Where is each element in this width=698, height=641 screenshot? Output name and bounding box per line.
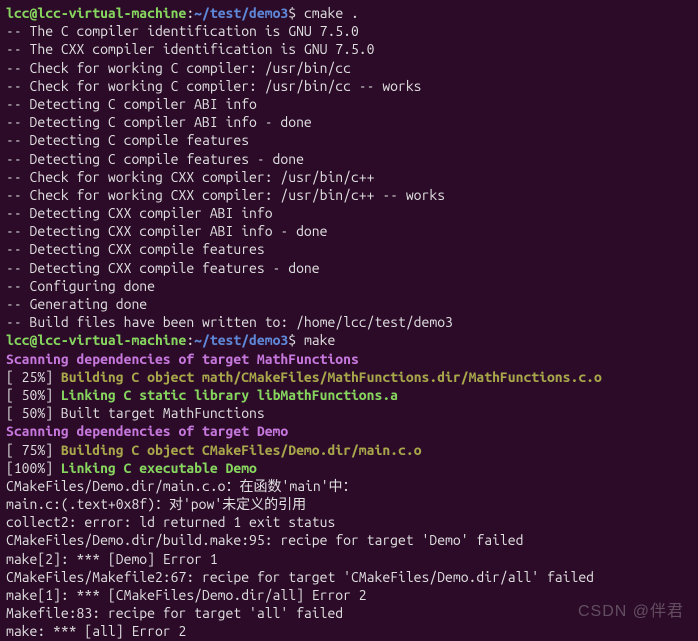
scan-line: Scanning dependencies of target Demo	[6, 422, 692, 440]
prompt-user: lcc@lcc-virtual-machine	[6, 5, 186, 21]
output-line: -- The CXX compiler identification is GN…	[6, 40, 692, 58]
error-line: CMakeFiles/Demo.dir/build.make:95: recip…	[6, 531, 692, 549]
progress: [ 50%]	[6, 387, 61, 403]
command-text: make	[304, 332, 335, 348]
command-text: cmake .	[304, 5, 359, 21]
output-line: -- Check for working CXX compiler: /usr/…	[6, 186, 692, 204]
prompt-sep2: $	[288, 332, 304, 348]
prompt-line-1[interactable]: lcc@lcc-virtual-machine:~/test/demo3$ cm…	[6, 4, 692, 22]
built-line: [ 50%] Built target MathFunctions	[6, 404, 692, 422]
output-line: -- Detecting C compiler ABI info	[6, 95, 692, 113]
scan-line: Scanning dependencies of target MathFunc…	[6, 350, 692, 368]
error-line: CMakeFiles/Demo.dir/main.c.o：在函数'main'中：	[6, 477, 692, 495]
prompt-sep: :	[186, 5, 194, 21]
output-line: -- Detecting C compile features - done	[6, 150, 692, 168]
prompt-sep2: $	[288, 5, 304, 21]
output-line: -- The C compiler identification is GNU …	[6, 22, 692, 40]
output-line: -- Detecting CXX compile features - done	[6, 259, 692, 277]
output-line: -- Build files have been written to: /ho…	[6, 313, 692, 331]
build-line: [ 25%] Building C object math/CMakeFiles…	[6, 368, 692, 386]
output-line: -- Configuring done	[6, 277, 692, 295]
build-msg: Building C object CMakeFiles/Demo.dir/ma…	[61, 442, 422, 458]
link-msg: Linking C executable Demo	[61, 460, 257, 476]
watermark: CSDN @伴君	[578, 602, 684, 623]
build-msg: Building C object math/CMakeFiles/MathFu…	[61, 369, 602, 385]
prompt-line-2[interactable]: lcc@lcc-virtual-machine:~/test/demo3$ ma…	[6, 331, 692, 349]
output-line: -- Generating done	[6, 295, 692, 313]
output-line: -- Detecting CXX compiler ABI info - don…	[6, 222, 692, 240]
progress: [ 75%]	[6, 442, 61, 458]
prompt-path: ~/test/demo3	[194, 332, 288, 348]
error-line: make[2]: *** [Demo] Error 1	[6, 550, 692, 568]
link-msg: Linking C static library libMathFunction…	[61, 387, 398, 403]
error-line: main.c:(.text+0x8f)：对'pow'未定义的引用	[6, 495, 692, 513]
error-line: CMakeFiles/Makefile2:67: recipe for targ…	[6, 568, 692, 586]
error-line: make: *** [all] Error 2	[6, 622, 692, 640]
output-line: -- Check for working CXX compiler: /usr/…	[6, 168, 692, 186]
prompt-sep: :	[186, 332, 194, 348]
prompt-path: ~/test/demo3	[194, 5, 288, 21]
prompt-user: lcc@lcc-virtual-machine	[6, 332, 186, 348]
output-line: -- Check for working C compiler: /usr/bi…	[6, 77, 692, 95]
error-line: collect2: error: ld returned 1 exit stat…	[6, 513, 692, 531]
progress: [ 25%]	[6, 369, 61, 385]
link-line: [ 50%] Linking C static library libMathF…	[6, 386, 692, 404]
link-line: [100%] Linking C executable Demo	[6, 459, 692, 477]
output-line: -- Detecting C compiler ABI info - done	[6, 113, 692, 131]
progress: [100%]	[6, 460, 61, 476]
output-line: -- Detecting C compile features	[6, 131, 692, 149]
output-line: -- Detecting CXX compile features	[6, 240, 692, 258]
output-line: -- Detecting CXX compiler ABI info	[6, 204, 692, 222]
output-line: -- Check for working C compiler: /usr/bi…	[6, 59, 692, 77]
build-line: [ 75%] Building C object CMakeFiles/Demo…	[6, 441, 692, 459]
